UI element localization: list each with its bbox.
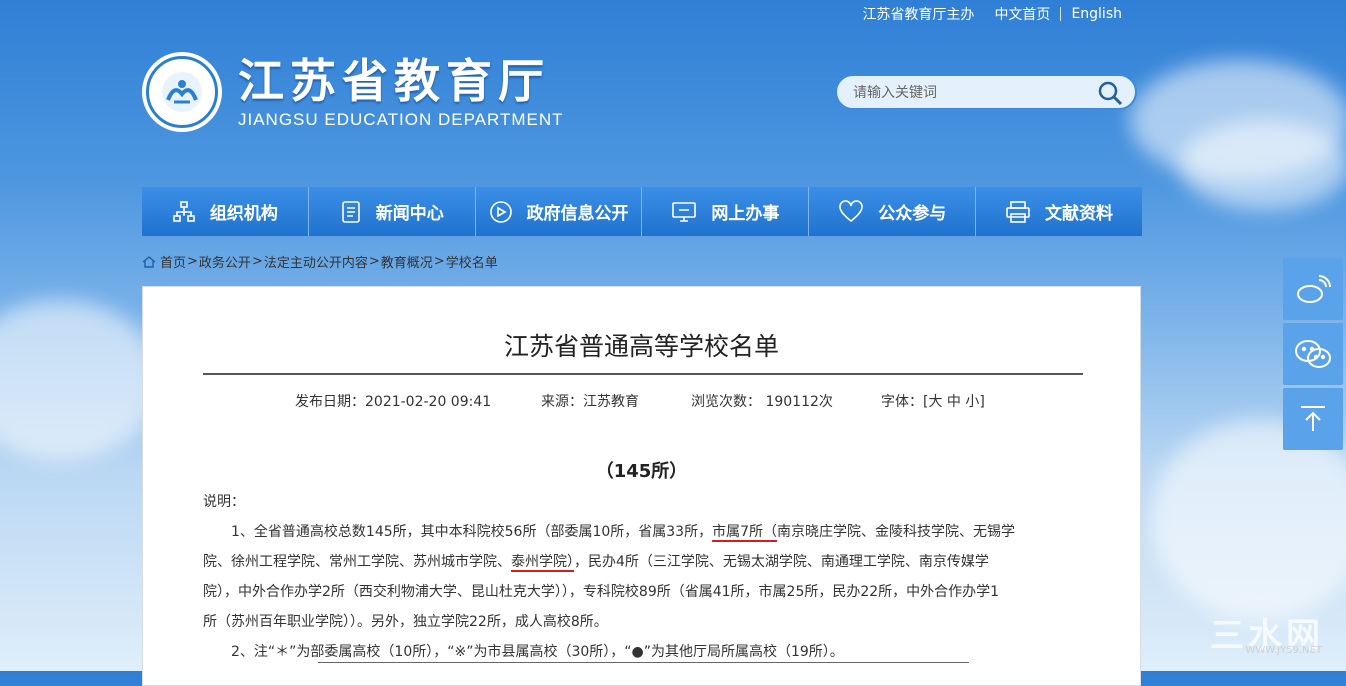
cloud-decoration <box>0 300 160 460</box>
nav-org[interactable]: 组织机构 <box>142 187 309 236</box>
nav-online[interactable]: 网上办事 <box>642 187 810 236</box>
nav-public[interactable]: 公众参与 <box>809 187 977 236</box>
printer-icon <box>1006 200 1030 223</box>
paragraph: 1、全省普通高校总数145所，其中本科院校56所（部委属10所，省属33所，市属… <box>203 517 1083 547</box>
nav-news[interactable]: 新闻中心 <box>308 187 476 236</box>
watermark-url: WWW.JY59.NET <box>1245 645 1322 656</box>
nav-label: 公众参与 <box>878 204 947 224</box>
wechat-button[interactable] <box>1283 323 1343 385</box>
nav-docs[interactable]: 文献资料 <box>976 187 1142 236</box>
main-nav: 组织机构 新闻中心 政府信息公开 网上办事 公众参与 文献资料 <box>142 187 1142 236</box>
publish-date: 发布日期：2021-02-20 09:41 <box>295 394 492 410</box>
cloud-decoration <box>1150 420 1346 620</box>
text: 南京晓庄学院、金陵科技学院、无锡学 <box>777 524 1015 540</box>
divider <box>203 373 1083 375</box>
sponsor-text: 江苏省教育厅主办 <box>862 7 975 23</box>
breadcrumb: 首页 > 政务公开 > 法定主动公开内容 > 教育概况 > 学校名单 <box>142 252 498 271</box>
nav-label: 组织机构 <box>209 204 278 224</box>
weibo-button[interactable] <box>1283 258 1343 320</box>
table-border <box>318 662 969 663</box>
crumb-gov[interactable]: 政务公开 <box>199 252 251 271</box>
font-size-control[interactable]: 字体：[大 中 小] <box>881 391 985 411</box>
source: 来源：江苏教育 <box>541 394 639 410</box>
paragraph: 院），中外合作办学2所（西交利物浦大学、昆山杜克大学）），专科院校89所（省属4… <box>203 584 1000 600</box>
english-link[interactable]: English <box>1061 6 1132 22</box>
nav-label: 文献资料 <box>1045 204 1114 224</box>
highlight-text: 市属7所（ <box>712 524 777 540</box>
highlight-text: 泰州学院） <box>511 554 574 570</box>
school-count: （145所） <box>595 461 688 482</box>
paragraph: 所（苏州百年职业学院））。另外，独立学院22所，成人高校8所。 <box>203 614 608 630</box>
nav-label: 网上办事 <box>711 204 780 224</box>
nav-label: 政府信息公开 <box>526 204 629 224</box>
search-input[interactable] <box>837 76 1095 110</box>
document-icon <box>341 200 360 223</box>
article-panel: 江苏省普通高等学校名单 发布日期：2021-02-20 09:41 来源：江苏教… <box>142 286 1141 686</box>
weibo-icon <box>1297 275 1331 303</box>
brand-name: 江苏省教育厅 <box>238 54 550 108</box>
nav-gov-info[interactable]: 政府信息公开 <box>475 187 643 236</box>
crumb-current[interactable]: 学校名单 <box>446 252 498 271</box>
crumb-legal[interactable]: 法定主动公开内容 <box>264 252 368 271</box>
search-icon[interactable] <box>1097 80 1123 110</box>
text: ，民办4所（三江学院、无锡太湖学院、南通理工学院、南京传媒学 <box>574 554 989 570</box>
paragraph: 院、徐州工程学院、常州工学院、苏州城市学院、泰州学院），民办4所（三江学院、无锡… <box>203 547 1083 577</box>
nav-label: 新闻中心 <box>375 204 444 224</box>
heart-icon <box>839 199 864 222</box>
arrow-up-icon <box>1301 406 1325 431</box>
crumb-home[interactable]: 首页 <box>160 252 186 271</box>
top-links: 江苏省教育厅主办 中文首页 English <box>852 4 1132 24</box>
search-box <box>835 74 1137 110</box>
brand-name-en: JIANGSU EDUCATION DEPARTMENT <box>238 110 564 129</box>
cn-home-link[interactable]: 中文首页 <box>984 4 1060 24</box>
back-to-top-button[interactable] <box>1283 388 1343 450</box>
home-icon <box>142 255 156 268</box>
site-logo[interactable]: 江苏省教育厅 JIANGSU EDUCATION DEPARTMENT <box>142 52 564 132</box>
cloud-decoration <box>1180 120 1346 210</box>
article-body: 说明： 1、全省普通高校总数145所，其中本科院校56所（部委属10所，省属33… <box>203 487 1083 667</box>
text: 1、全省普通高校总数145所，其中本科院校56所（部委属10所，省属33所， <box>231 524 713 540</box>
monitor-icon <box>672 201 697 222</box>
intro-label: 说明： <box>203 494 245 510</box>
org-chart-icon <box>173 200 195 222</box>
crumb-overview[interactable]: 教育概况 <box>381 252 433 271</box>
wechat-icon <box>1295 340 1331 368</box>
emblem-icon <box>142 52 222 132</box>
text: 院、徐州工程学院、常州工学院、苏州城市学院、 <box>203 554 511 570</box>
compass-icon <box>489 200 512 223</box>
page-title: 江苏省普通高等学校名单 <box>503 332 779 361</box>
view-count: 浏览次数： 190112次 <box>691 394 833 410</box>
